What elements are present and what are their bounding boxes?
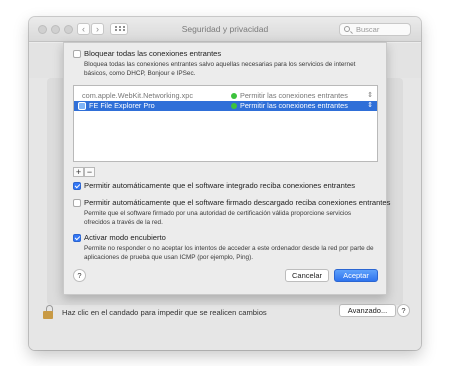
search-placeholder: Buscar	[356, 25, 380, 34]
stealth-mode-label: Activar modo encubierto	[84, 233, 166, 242]
search-field[interactable]: Buscar	[339, 23, 411, 36]
signed-software-label: Permitir automáticamente que el software…	[84, 198, 391, 207]
add-app-button[interactable]: +	[73, 167, 84, 177]
chevron-updown-icon: ⇕	[367, 92, 373, 99]
block-all-checkbox[interactable]	[73, 50, 81, 58]
cancel-button[interactable]: Cancelar	[285, 269, 329, 282]
accept-button[interactable]: Aceptar	[334, 269, 378, 282]
search-icon	[344, 26, 350, 32]
chevron-updown-icon: ⇕	[367, 102, 373, 109]
status-dot-icon	[231, 103, 237, 109]
app-name: com.apple.WebKit.Networking.xpc	[82, 91, 193, 100]
sheet-help-button[interactable]: ?	[73, 269, 86, 282]
app-row[interactable]: com.apple.WebKit.Networking.xpc Permitir…	[74, 91, 377, 101]
firewall-options-sheet: Bloquear todas las conexiones entrantes …	[63, 42, 391, 295]
signed-software-checkbox[interactable]	[73, 199, 81, 207]
signed-software-description: Permite que el software firmado por una …	[84, 210, 352, 226]
stealth-mode-description: Permite no responder o no aceptar los in…	[84, 245, 374, 261]
lock-hint-text: Haz clic en el candado para impedir que …	[62, 308, 267, 317]
permission-popup[interactable]: Permitir las conexiones entrantes	[240, 91, 348, 101]
builtin-software-label: Permitir automáticamente que el software…	[84, 181, 355, 190]
builtin-software-checkbox[interactable]	[73, 182, 81, 190]
block-all-label: Bloquear todas las conexiones entrantes	[84, 49, 222, 58]
title-bar: ‹ › Seguridad y privacidad Buscar	[29, 17, 421, 42]
remove-app-button[interactable]: −	[84, 167, 95, 177]
block-all-description: Bloquea todas las conexiones entrantes s…	[84, 61, 356, 77]
status-dot-icon	[231, 93, 237, 99]
stealth-mode-checkbox[interactable]	[73, 234, 81, 242]
lock-button[interactable]	[43, 305, 53, 319]
app-name: FE File Explorer Pro	[89, 101, 155, 110]
app-icon	[78, 102, 86, 110]
permission-popup[interactable]: Permitir las conexiones entrantes	[240, 101, 348, 111]
apps-list[interactable]: com.apple.WebKit.Networking.xpc Permitir…	[73, 85, 378, 162]
footer-help-button[interactable]: ?	[397, 304, 410, 317]
app-row-selected[interactable]: FE File Explorer Pro Permitir las conexi…	[74, 101, 377, 111]
advanced-button[interactable]: Avanzado...	[339, 304, 396, 317]
